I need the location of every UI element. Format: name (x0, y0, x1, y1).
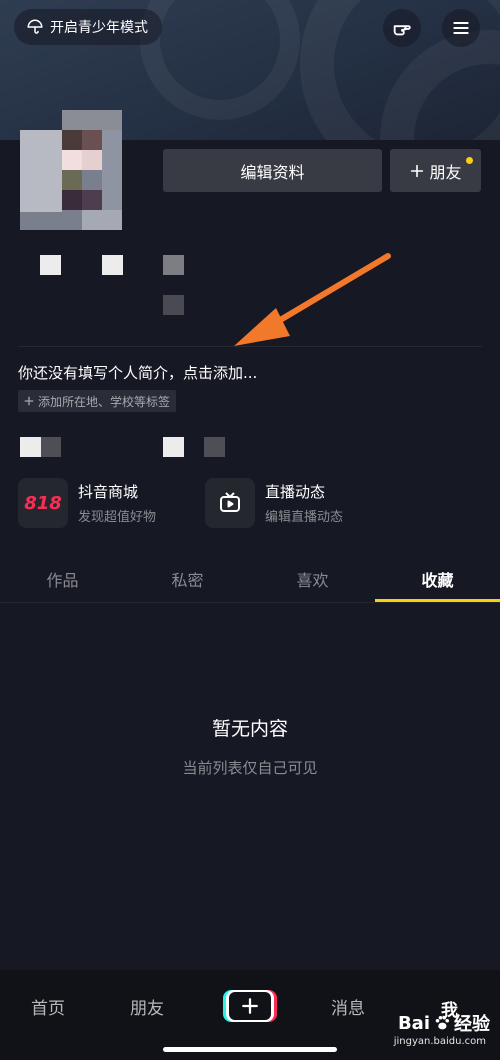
tab-private[interactable]: 私密 (125, 556, 250, 602)
avatar[interactable] (20, 110, 122, 230)
shop-title: 抖音商城 (78, 483, 139, 501)
add-friend-button[interactable]: 朋友 (390, 149, 481, 192)
add-tag-button[interactable]: 添加所在地、学校等标签 (18, 390, 177, 412)
add-friend-label: 朋友 (429, 162, 462, 182)
paw-icon (435, 1015, 450, 1030)
tab-likes[interactable]: 喜欢 (250, 556, 375, 602)
bio-prompt[interactable]: 你还没有填写个人简介，点击添加... (18, 362, 257, 383)
annotation-arrow (234, 253, 391, 346)
home-indicator[interactable] (163, 1047, 337, 1052)
add-tag-label: 添加所在地、学校等标签 (38, 394, 171, 409)
umbrella-icon (27, 19, 43, 34)
empty-subtitle: 当前列表仅自己可见 (182, 759, 318, 777)
edit-profile-button[interactable]: 编辑资料 (163, 149, 382, 192)
divider (0, 602, 500, 603)
empty-title: 暂无内容 (211, 718, 288, 740)
live-subtitle: 编辑直播动态 (265, 510, 344, 525)
content-tabs: 作品 私密 喜欢 收藏 (0, 556, 500, 602)
shop-subtitle: 发现超值好物 (78, 510, 157, 525)
divider (18, 346, 482, 347)
live-title: 直播动态 (265, 483, 326, 501)
plus-icon (24, 396, 34, 406)
tv-icon (205, 478, 255, 528)
notification-dot (466, 157, 473, 164)
menu-icon (453, 22, 469, 34)
nav-friends[interactable]: 朋友 (130, 994, 164, 1019)
tab-favorites[interactable]: 收藏 (375, 556, 500, 602)
create-button[interactable] (226, 990, 274, 1022)
shop-entry[interactable]: 818 抖音商城 发现超值好物 (18, 478, 156, 528)
teen-mode-button[interactable]: 开启青少年模式 (14, 9, 162, 45)
nav-home[interactable]: 首页 (31, 994, 65, 1019)
visitors-button[interactable] (383, 9, 421, 47)
nav-messages[interactable]: 消息 (331, 994, 365, 1019)
teen-mode-label: 开启青少年模式 (50, 20, 148, 36)
shop-818-icon: 818 (18, 478, 68, 528)
plus-icon (411, 164, 424, 177)
live-entry[interactable]: 直播动态 编辑直播动态 (205, 478, 343, 528)
baidu-watermark: Bai 经验 (397, 1012, 490, 1036)
menu-button[interactable] (442, 9, 480, 47)
hand-point-icon (393, 25, 411, 36)
edit-profile-label: 编辑资料 (240, 162, 305, 182)
tab-works[interactable]: 作品 (0, 556, 125, 602)
plus-icon (242, 998, 258, 1014)
watermark-url: jingyan.baidu.com (393, 1036, 486, 1047)
